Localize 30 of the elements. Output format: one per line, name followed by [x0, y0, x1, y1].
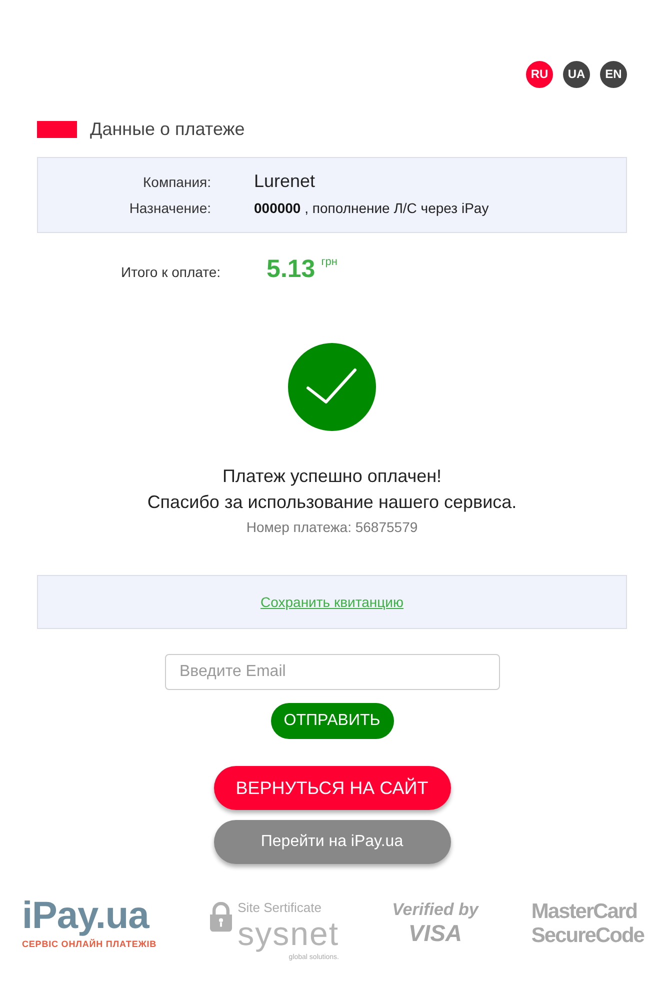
sysnet-caption: Site Sertificate [238, 900, 322, 915]
visa-logo-text: VISA [408, 920, 462, 946]
result-title: Платеж успешно оплачен! [221, 465, 443, 488]
email-field[interactable]: Введите Email [164, 654, 500, 690]
send-button[interactable]: ОТПРАВИТЬ [270, 703, 394, 739]
total-amount: 5.13 [266, 255, 316, 283]
detail-value: Lurenet [254, 170, 316, 193]
return-to-site-button[interactable]: ВЕРНУТЬСЯ НА САЙТ [214, 766, 450, 810]
mastercard-text: MasterCard [531, 900, 637, 924]
securecode-text: SecureCode [531, 924, 644, 948]
detail-label: Компания: [142, 173, 211, 192]
success-check-icon [288, 343, 376, 431]
padlock-icon [210, 902, 232, 932]
language-button[interactable]: UA [563, 61, 590, 88]
section-marker-icon [37, 120, 77, 138]
go-to-ipay-button[interactable]: Перейти на iPay.ua [214, 820, 450, 864]
result-message: Спасибо за использование нашего сервиса. [146, 491, 518, 514]
section-title: Данные о платеже [90, 118, 245, 140]
ipay-logo-text: iPay.ua [22, 896, 149, 936]
currency-label: грн [321, 256, 338, 268]
total-label: Итого к оплате: [121, 263, 221, 282]
detail-label: Назначение: [128, 199, 211, 218]
detail-value: 000000 , пополнение Л/С через iPay [254, 199, 489, 218]
payment-number: Номер платежа: 56875579 [245, 518, 419, 537]
save-receipt-link[interactable]: Сохранить квитанцию [260, 592, 404, 612]
ipay-tagline: СЕРВІС ОНЛАЙН ПЛАТЕЖІВ [22, 938, 157, 951]
sysnet-logo-text: sysnet [238, 915, 339, 953]
language-button[interactable]: EN [600, 61, 627, 88]
language-button[interactable]: RU [526, 61, 553, 88]
verified-by-text: Verified by [392, 900, 478, 920]
